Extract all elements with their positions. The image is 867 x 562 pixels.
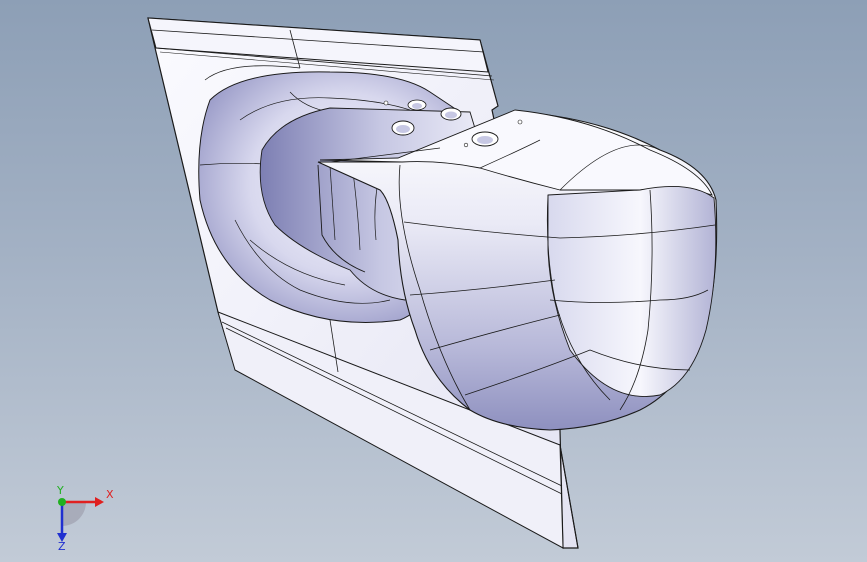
- hole: [463, 142, 469, 148]
- graphics-viewport[interactable]: X Y Z: [0, 0, 867, 562]
- hole: [383, 100, 389, 106]
- hole: [517, 119, 523, 125]
- cad-model-view[interactable]: [0, 0, 867, 562]
- z-axis-label: Z: [58, 540, 66, 550]
- coordinate-triad: X Y Z: [56, 484, 114, 550]
- y-axis-dot: [58, 498, 66, 506]
- x-axis-label: X: [106, 488, 114, 501]
- y-axis-label: Y: [56, 484, 64, 497]
